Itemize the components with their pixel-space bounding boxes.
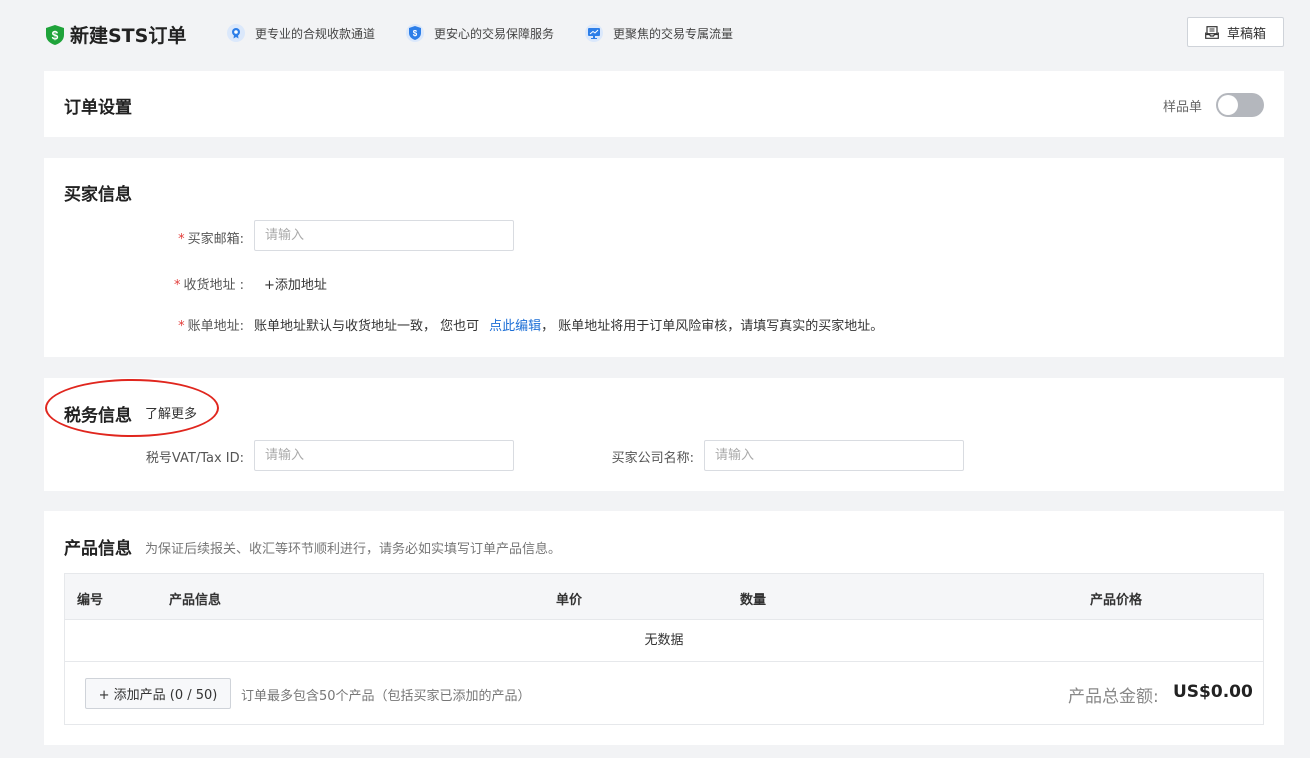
billing-note-part-2: ， 账单地址将用于订单风险审核，请填写真实的买家地址。 [541, 319, 884, 334]
page-header: $ 新建STS订单 更专业的合规收款通道 $ 更安心的交易保障服务 更聚焦的交易… [0, 0, 1310, 68]
svg-text:$: $ [52, 28, 59, 42]
billing-note-part-1: 账单地址默认与收货地址一致， 您也可 [254, 319, 480, 334]
table-footer: + 添加产品 (0 / 50) 订单最多包含50个产品（包括买家已添加的产品） … [65, 662, 1263, 724]
product-limit-note: 订单最多包含50个产品（包括买家已添加的产品） [241, 689, 531, 704]
toggle-knob [1218, 95, 1238, 115]
badge-icon [227, 24, 245, 42]
add-product-button[interactable]: + 添加产品 (0 / 50) [85, 678, 231, 709]
tax-info-title: 税务信息 [64, 406, 132, 426]
buyer-info-card: 买家信息 *买家邮箱: *收货地址 : +添加地址 *账单地址: 账单地址默认与… [44, 158, 1284, 357]
total-amount-label: 产品总金额: [1068, 687, 1159, 707]
buyer-company-label: 买家公司名称: [611, 451, 694, 466]
billing-address-label: * 账单地址: [144, 315, 244, 334]
billing-address-note: 账单地址默认与收货地址一致， 您也可 点此编辑， 账单地址将用于订单风险审核，请填… [254, 315, 883, 334]
feature-compliance: 更专业的合规收款通道 [227, 24, 375, 42]
col-id: 编号 [77, 593, 104, 608]
product-info-hint: 为保证后续报关、收汇等环节顺利进行，请务必如实填写订单产品信息。 [145, 542, 562, 557]
feature-label: 更专业的合规收款通道 [255, 26, 376, 41]
tax-info-card: 税务信息 了解更多 税号VAT/Tax ID: 买家公司名称: [44, 378, 1284, 491]
buyer-email-label: * 买家邮箱: [144, 228, 244, 247]
draft-box-icon [1205, 25, 1219, 39]
monitor-chart-icon [585, 24, 603, 42]
shield-dollar-icon: $ [406, 24, 424, 42]
product-info-card: 产品信息 为保证后续报关、收汇等环节顺利进行，请务必如实填写订单产品信息。 编号… [44, 511, 1284, 745]
empty-row: 无数据 [65, 620, 1263, 662]
table-header: 编号 产品信息 单价 数量 产品价格 [65, 574, 1263, 620]
col-product-info: 产品信息 [169, 593, 222, 608]
buyer-company-input[interactable] [704, 440, 964, 471]
drafts-button[interactable]: 草稿箱 [1187, 17, 1284, 47]
total-amount-value: US$0.00 [1173, 682, 1253, 702]
col-unit-price: 单价 [556, 593, 583, 608]
feature-label: 更安心的交易保障服务 [434, 26, 555, 41]
sample-order-label: 样品单 [1163, 100, 1203, 115]
vat-label: 税号VAT/Tax ID: [145, 451, 244, 466]
required-mark: * [173, 278, 181, 293]
brand: $ 新建STS订单 [46, 21, 186, 48]
edit-billing-link[interactable]: 点此编辑 [489, 319, 541, 334]
svg-text:$: $ [413, 29, 418, 38]
shipping-address-label-text: 收货地址 : [183, 278, 244, 293]
learn-more-link[interactable]: 了解更多 [145, 403, 197, 422]
order-settings-title: 订单设置 [64, 98, 132, 118]
add-address-link[interactable]: +添加地址 [264, 274, 327, 293]
feature-traffic: 更聚焦的交易专属流量 [585, 24, 733, 42]
product-table: 编号 产品信息 单价 数量 产品价格 无数据 + 添加产品 (0 / 50) 订… [64, 573, 1264, 725]
buyer-info-title: 买家信息 [64, 185, 132, 205]
billing-address-label-text: 账单地址: [187, 319, 244, 334]
feature-protection: $ 更安心的交易保障服务 [406, 24, 554, 42]
col-product-price: 产品价格 [1090, 593, 1143, 608]
dollar-shield-icon: $ [46, 24, 64, 45]
drafts-label: 草稿箱 [1226, 26, 1266, 42]
col-quantity: 数量 [740, 593, 767, 608]
sample-order-toggle[interactable] [1216, 93, 1264, 117]
feature-label: 更聚焦的交易专属流量 [613, 26, 734, 41]
required-mark: * [178, 232, 185, 247]
shipping-address-label: * 收货地址 : [144, 274, 244, 293]
product-info-title: 产品信息 [64, 539, 132, 559]
buyer-email-label-text: 买家邮箱: [187, 232, 244, 247]
vat-input[interactable] [254, 440, 514, 471]
order-settings-card: 订单设置 样品单 [44, 71, 1284, 137]
buyer-email-input[interactable] [254, 220, 514, 251]
required-mark: * [178, 319, 185, 334]
page-title: 新建STS订单 [70, 25, 187, 47]
